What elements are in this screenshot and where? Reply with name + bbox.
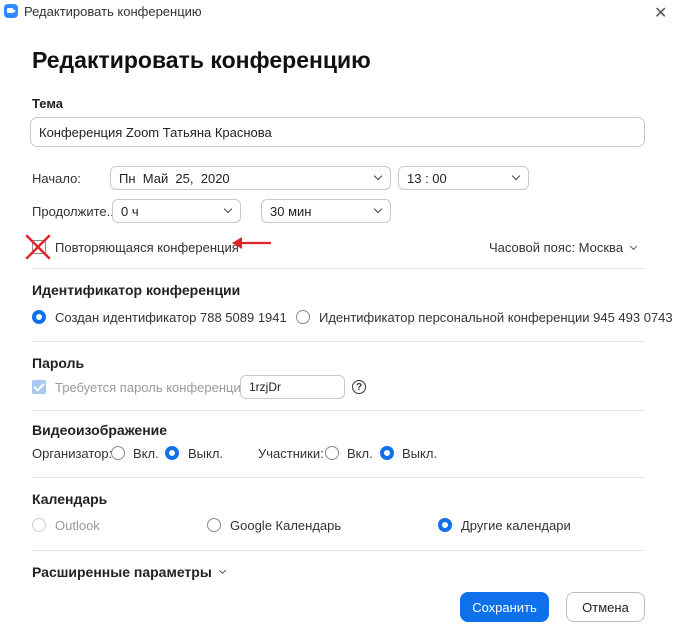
divider xyxy=(32,268,645,269)
chevron-down-icon xyxy=(223,204,233,214)
red-cross-annotation-icon xyxy=(25,234,51,260)
zoom-logo-icon xyxy=(4,4,18,18)
page-title: Редактировать конференцию xyxy=(32,47,371,73)
password-value: 1rzjDr xyxy=(249,380,281,394)
divider xyxy=(32,410,645,411)
start-label: Начало: xyxy=(32,171,81,186)
generated-id-radio[interactable] xyxy=(32,310,46,324)
other-calendar-radio[interactable] xyxy=(438,518,452,532)
close-icon[interactable]: ✕ xyxy=(654,3,667,23)
calendar-section-title: Календарь xyxy=(32,491,108,507)
host-video-label: Организатор: xyxy=(32,446,113,461)
participants-video-on-label: Вкл. xyxy=(347,446,373,461)
password-input[interactable]: 1rzjDr xyxy=(240,375,345,399)
duration-minutes-select[interactable]: 30 мин xyxy=(261,199,391,223)
host-video-off-label: Выкл. xyxy=(188,446,224,461)
host-video-on-radio[interactable] xyxy=(111,446,125,460)
participants-video-label: Участники: xyxy=(258,446,324,461)
red-arrow-annotation-icon xyxy=(232,237,271,249)
google-calendar-label: Google Календарь xyxy=(230,518,342,533)
participants-video-off-radio[interactable] xyxy=(380,446,394,460)
require-password-label: Требуется пароль конференции xyxy=(55,380,248,395)
duration-hours-value: 0 ч xyxy=(121,203,139,219)
other-calendar-label: Другие календари xyxy=(461,518,571,533)
participants-video-off-label: Выкл. xyxy=(402,446,438,461)
chevron-down-icon xyxy=(373,204,383,214)
divider xyxy=(32,341,645,342)
video-section-title: Видеоизображение xyxy=(32,422,168,438)
generated-id-label: Создан идентификатор 788 5089 1941 xyxy=(55,310,287,325)
outlook-radio[interactable] xyxy=(32,518,46,532)
divider xyxy=(32,550,645,551)
password-section-title: Пароль xyxy=(32,355,85,371)
recurring-label: Повторяющаяся конференция xyxy=(55,240,239,255)
host-video-off-radio[interactable] xyxy=(165,446,179,460)
advanced-options-label: Расширенные параметры xyxy=(32,564,212,580)
host-video-on-label: Вкл. xyxy=(133,446,159,461)
start-date-value: Пн Май 25, 2020 xyxy=(119,170,230,186)
help-icon[interactable]: ? xyxy=(352,380,366,394)
advanced-options-toggle[interactable]: Расширенные параметры xyxy=(32,564,226,580)
participants-video-on-radio[interactable] xyxy=(325,446,339,460)
topic-value: Конференция Zoom Татьяна Краснова xyxy=(39,124,272,140)
timezone-label: Часовой пояс: Москва xyxy=(489,240,624,255)
duration-minutes-value: 30 мин xyxy=(270,203,312,219)
start-date-select[interactable]: Пн Май 25, 2020 xyxy=(110,166,391,190)
timezone-select[interactable]: Часовой пояс: Москва xyxy=(489,240,638,255)
require-password-checkbox[interactable] xyxy=(32,380,46,394)
topic-input[interactable]: Конференция Zoom Татьяна Краснова xyxy=(30,117,645,147)
meeting-id-section-title: Идентификатор конференции xyxy=(32,282,241,298)
divider xyxy=(32,477,645,478)
personal-id-radio[interactable] xyxy=(296,310,310,324)
duration-hours-select[interactable]: 0 ч xyxy=(112,199,241,223)
window-title: Редактировать конференцию xyxy=(24,4,202,19)
chevron-down-icon xyxy=(218,566,226,575)
save-button[interactable]: Сохранить xyxy=(460,592,549,622)
chevron-down-icon xyxy=(511,171,521,181)
start-time-select[interactable]: 13 : 00 xyxy=(398,166,529,190)
start-time-value: 13 : 00 xyxy=(407,170,447,186)
google-calendar-radio[interactable] xyxy=(207,518,221,532)
duration-label: Продолжите... xyxy=(32,204,118,219)
chevron-down-icon xyxy=(630,242,638,250)
topic-label: Тема xyxy=(32,96,64,111)
outlook-label: Outlook xyxy=(55,518,100,533)
personal-id-label: Идентификатор персональной конференции 9… xyxy=(319,310,673,325)
chevron-down-icon xyxy=(373,171,383,181)
cancel-button[interactable]: Отмена xyxy=(566,592,645,622)
